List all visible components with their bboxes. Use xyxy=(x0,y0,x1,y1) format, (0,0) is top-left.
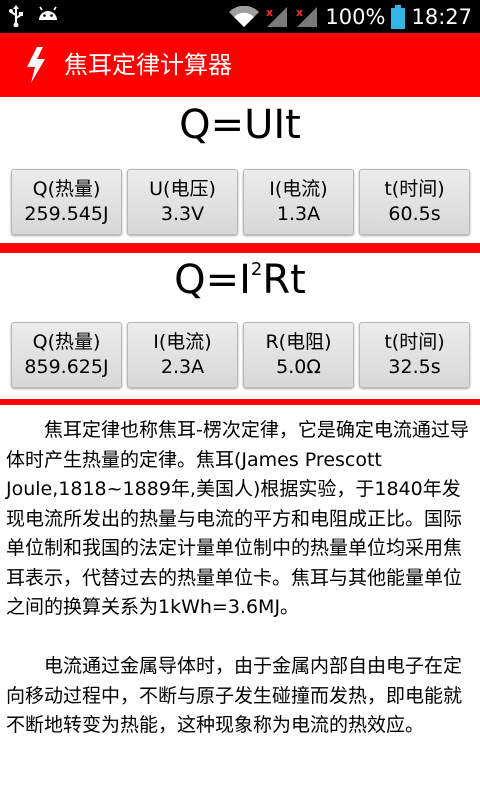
uit-button-row: Q(热量) 259.545J U(电压) 3.3V I(电流) 1.3A t(时… xyxy=(11,169,470,235)
title-bar: 焦耳定律计算器 xyxy=(0,33,480,97)
time-button-label: t(时间) xyxy=(384,178,445,200)
voltage-button-label: U(电压) xyxy=(149,178,216,200)
heat2-button-value: 859.625J xyxy=(24,356,109,378)
wifi-icon xyxy=(229,5,260,27)
time-button-value: 60.5s xyxy=(388,203,441,225)
resistance-button[interactable]: R(电阻) 5.0Ω xyxy=(243,322,354,388)
voltage-button[interactable]: U(电压) 3.3V xyxy=(127,169,238,235)
formula-uit-text: Q=UIt xyxy=(179,102,301,148)
time2-button-label: t(时间) xyxy=(384,331,445,353)
voltage-button-value: 3.3V xyxy=(160,203,205,225)
signal-x-icon: x xyxy=(296,6,318,27)
formula-i2rt-exponent: 2 xyxy=(250,258,263,280)
formula-i2rt-suffix: Rt xyxy=(262,257,306,303)
battery-icon xyxy=(391,4,406,29)
time-button[interactable]: t(时间) 60.5s xyxy=(359,169,470,235)
status-bar-right: x x 100% 18:27 xyxy=(229,0,472,33)
signal-x-icon: x xyxy=(266,6,288,27)
svg-text:x: x xyxy=(266,6,273,19)
description-paragraph-1: 焦耳定律也称焦耳-楞次定律，它是确定电流通过导体时产生热量的定律。焦耳(Jame… xyxy=(6,419,469,618)
current2-button-label: I(电流) xyxy=(153,331,212,353)
resistance-button-value: 5.0Ω xyxy=(276,356,321,378)
android-icon xyxy=(39,6,57,20)
heat-button-label: Q(热量) xyxy=(32,178,101,200)
formula-i2rt: Q=I2Rt xyxy=(0,257,480,307)
usb-icon xyxy=(9,5,23,27)
current2-button[interactable]: I(电流) 2.3A xyxy=(127,322,238,388)
time2-button-value: 32.5s xyxy=(388,356,441,378)
status-bar-left xyxy=(8,5,60,27)
description-paragraph-2: 电流通过金属导体时，由于金属内部自由电子在定向移动过程中，不断与原子发生碰撞而发… xyxy=(6,655,463,736)
section-divider xyxy=(0,243,480,253)
lightning-icon xyxy=(27,47,45,83)
current-button-value: 1.3A xyxy=(276,203,321,225)
heat2-button-label: Q(热量) xyxy=(32,331,101,353)
heat-button-value: 259.545J xyxy=(24,203,109,225)
heat2-button[interactable]: Q(热量) 859.625J xyxy=(11,322,122,388)
current-button-label: I(电流) xyxy=(269,178,328,200)
resistance-button-label: R(电阻) xyxy=(265,331,332,353)
section-divider xyxy=(0,399,480,405)
clock: 18:27 xyxy=(411,4,472,29)
battery-percent: 100% xyxy=(325,4,386,29)
heat-button[interactable]: Q(热量) 259.545J xyxy=(11,169,122,235)
current2-button-value: 2.3A xyxy=(160,356,205,378)
app-title: 焦耳定律计算器 xyxy=(64,51,232,79)
status-bar: x x 100% 18:27 xyxy=(0,0,480,33)
time2-button[interactable]: t(时间) 32.5s xyxy=(359,322,470,388)
formula-uit: Q=UIt xyxy=(0,102,480,152)
current-button[interactable]: I(电流) 1.3A xyxy=(243,169,354,235)
svg-text:x: x xyxy=(296,6,303,19)
formula-i2rt-prefix: Q=I xyxy=(174,257,251,303)
i2rt-button-row: Q(热量) 859.625J I(电流) 2.3A R(电阻) 5.0Ω t(时… xyxy=(11,322,470,388)
